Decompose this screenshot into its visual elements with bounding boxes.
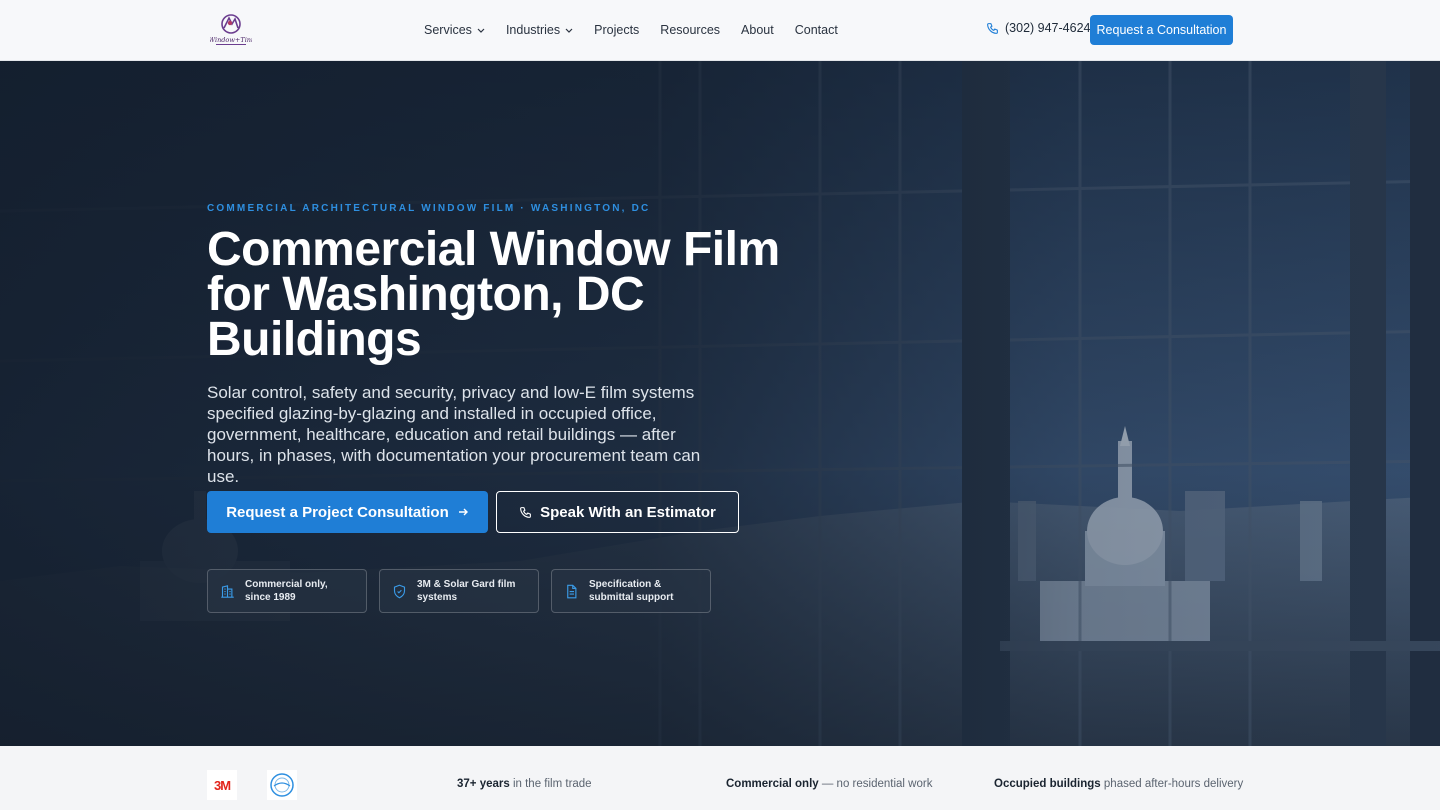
nav-about[interactable]: About — [741, 23, 774, 37]
badge-spec-support: Specification & submittal support — [551, 569, 711, 613]
brand-logo-3m: 3M — [207, 770, 237, 800]
svg-text:Window+Tint: Window+Tint — [210, 36, 252, 44]
nav-industries-label: Industries — [505, 23, 561, 37]
speak-with-estimator-button[interactable]: Speak With an Estimator — [496, 491, 739, 533]
nav-projects[interactable]: Projects — [594, 23, 639, 37]
speak-with-estimator-label: Speak With an Estimator — [540, 503, 716, 521]
badge-commercial-only: Commercial only, since 1989 — [207, 569, 367, 613]
brand-logo-solar-gard — [267, 770, 297, 800]
arrow-right-icon — [458, 508, 468, 516]
nav-contact[interactable]: Contact — [795, 23, 838, 37]
nav-projects-label: Projects — [594, 23, 640, 37]
nav-contact-label: Contact — [794, 23, 838, 37]
nav-industries[interactable]: Industries — [506, 23, 573, 37]
hero-section: COMMERCIAL ARCHITECTURAL WINDOW FILM · W… — [0, 61, 1440, 746]
trust-bar: 3M 37+ years in the film trade Commercia… — [0, 746, 1440, 810]
trust-item-occupied: Occupied buildings phased after-hours de… — [994, 778, 1243, 790]
badge-film-systems-text: 3M & Solar Gard film systems — [417, 579, 516, 603]
trust-item-years: 37+ years in the film trade — [457, 778, 592, 790]
nav-services-label: Services — [424, 23, 472, 37]
trust-item-commercial-bold: Commercial only — [726, 778, 819, 790]
request-consultation-button[interactable]: Request a Consultation — [1090, 15, 1233, 45]
chevron-down-icon — [477, 28, 485, 33]
phone-icon — [520, 506, 532, 518]
hero-eyebrow: COMMERCIAL ARCHITECTURAL WINDOW FILM · W… — [207, 203, 651, 214]
badge-film-systems: 3M & Solar Gard film systems — [379, 569, 539, 613]
badge-commercial-only-text: Commercial only, since 1989 — [245, 579, 328, 603]
request-project-consultation-button[interactable]: Request a Project Consultation — [207, 491, 488, 533]
trust-item-commercial: Commercial only — no residential work — [726, 778, 932, 790]
main-nav: Services Industries Projects Resources A… — [424, 0, 859, 60]
nav-resources-label: Resources — [660, 23, 721, 37]
nav-services[interactable]: Services — [424, 23, 485, 37]
trust-item-years-bold: 37+ years — [457, 778, 510, 790]
nav-about-label: About — [741, 23, 774, 37]
badge-spec-support-text: Specification & submittal support — [589, 579, 674, 603]
nav-resources[interactable]: Resources — [660, 23, 720, 37]
trust-item-occupied-rest: phased after-hours delivery — [1100, 778, 1244, 790]
phone-link[interactable]: (302) 947-4624 — [986, 21, 1090, 35]
hero-subtitle: Solar control, safety and security, priv… — [207, 383, 701, 486]
chevron-down-icon — [565, 28, 573, 33]
site-header: Window+Tint Services Industries Projects… — [0, 0, 1440, 61]
trust-item-commercial-rest: — no residential work — [818, 778, 933, 790]
document-icon — [567, 584, 577, 598]
trust-item-occupied-bold: Occupied buildings — [994, 778, 1101, 790]
company-logo[interactable]: Window+Tint — [208, 13, 254, 47]
shield-icon — [393, 584, 406, 598]
phone-number: (302) 947-4624 — [1005, 21, 1091, 35]
hero-title: Commercial Window Film for Washington, D… — [207, 223, 780, 366]
building-icon — [221, 584, 234, 598]
phone-icon — [987, 22, 998, 34]
trust-item-years-rest: in the film trade — [509, 778, 592, 790]
request-project-consultation-label: Request a Project Consultation — [226, 503, 449, 521]
